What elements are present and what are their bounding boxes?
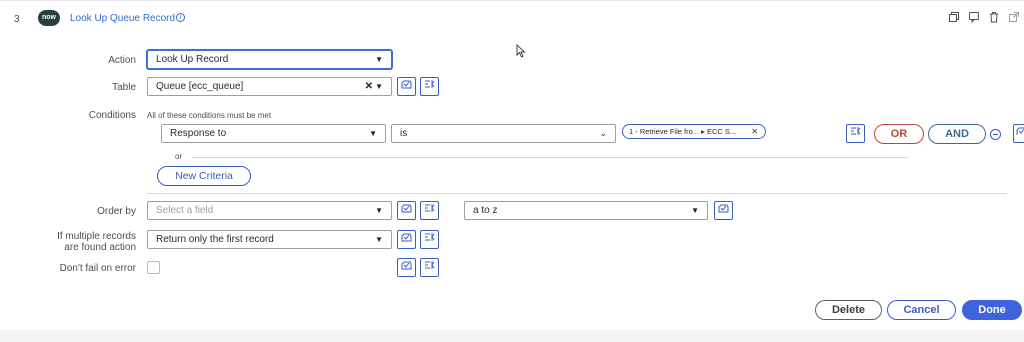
or-separator-label: or [175,152,183,161]
condition-field-select[interactable]: Response to ▼ [161,124,386,143]
chevron-down-icon: ▼ [691,206,699,215]
delete-button[interactable]: Delete [815,300,882,320]
new-criteria-button[interactable]: New Criteria [157,166,251,186]
order-by-select[interactable]: Select a field ▼ [147,201,392,220]
data-pill-picker-icon[interactable] [397,77,416,96]
sort-direction-select[interactable]: a to z ▼ [464,201,708,220]
multiple-records-label-line2: are found action [64,242,136,253]
conditions-label: Conditions [88,110,136,121]
data-pill-picker-icon[interactable] [397,201,416,220]
condition-operator-select[interactable]: is ⌄ [391,124,616,143]
dont-fail-label: Don't fail on error [59,263,136,274]
multiple-records-select[interactable]: Return only the first record ▼ [147,230,392,249]
chevron-down-icon: ▼ [375,82,383,91]
script-toggle-icon[interactable] [846,124,865,143]
remove-condition-icon[interactable] [990,129,1001,140]
section-divider [147,193,1007,194]
condition-operator-value: is [400,128,408,139]
dont-fail-checkbox[interactable] [147,261,160,274]
action-select[interactable]: Look Up Record ▼ [147,50,392,69]
table-value: Queue [ecc_queue] [156,81,244,92]
chevron-down-icon: ⌄ [599,128,607,138]
multiple-records-label: If multiple records are found action [6,231,136,253]
script-toggle-icon[interactable] [420,258,439,277]
chip-close-icon[interactable]: ✕ [751,125,758,138]
chevron-down-icon: ▼ [375,55,383,64]
condition-value-chip[interactable]: 1 - Retrieve File fro... ▸ ECC S... ✕ [622,124,766,139]
step-number: 3 [14,14,20,25]
conditions-hint: All of these conditions must be met [147,111,272,120]
multiple-records-label-line1: If multiple records [57,231,136,242]
table-label: Table [112,82,136,93]
action-value: Look Up Record [156,54,229,65]
sort-direction-value: a to z [473,205,498,216]
step-title[interactable]: Look Up Queue Record [70,13,175,24]
multiple-records-value: Return only the first record [156,234,274,245]
bottom-band [0,330,1024,342]
data-pill-picker-icon[interactable] [1013,124,1024,143]
or-divider [192,157,908,158]
top-divider [0,0,1024,1]
table-select[interactable]: Queue [ecc_queue] ✕ ▼ [147,77,392,96]
now-logo: now [38,10,60,26]
script-toggle-icon[interactable] [420,230,439,249]
or-button[interactable]: OR [874,124,924,144]
condition-value-text: 1 - Retrieve File fro... ▸ ECC S... [629,127,737,136]
and-button[interactable]: AND [928,124,986,144]
copy-icon[interactable] [948,11,960,23]
comment-icon[interactable] [968,11,980,24]
action-label: Action [108,55,136,66]
clear-icon[interactable]: ✕ [365,78,373,95]
chevron-down-icon: ▼ [375,206,383,215]
chevron-down-icon: ▼ [375,235,383,244]
data-pill-picker-icon[interactable] [397,258,416,277]
data-pill-picker-icon[interactable] [397,230,416,249]
done-button[interactable]: Done [962,300,1022,320]
trash-icon[interactable] [988,11,1000,23]
order-by-placeholder: Select a field [156,205,214,216]
chevron-down-icon: ▼ [369,129,377,138]
data-pill-picker-icon[interactable] [714,201,733,220]
cancel-button[interactable]: Cancel [887,300,956,320]
order-by-label: Order by [97,206,136,217]
external-link-icon[interactable] [1008,11,1020,23]
mouse-cursor-icon [516,43,526,61]
script-toggle-icon[interactable] [420,201,439,220]
condition-field-value: Response to [170,128,227,139]
info-icon[interactable]: i [176,13,185,22]
script-toggle-icon[interactable] [420,77,439,96]
